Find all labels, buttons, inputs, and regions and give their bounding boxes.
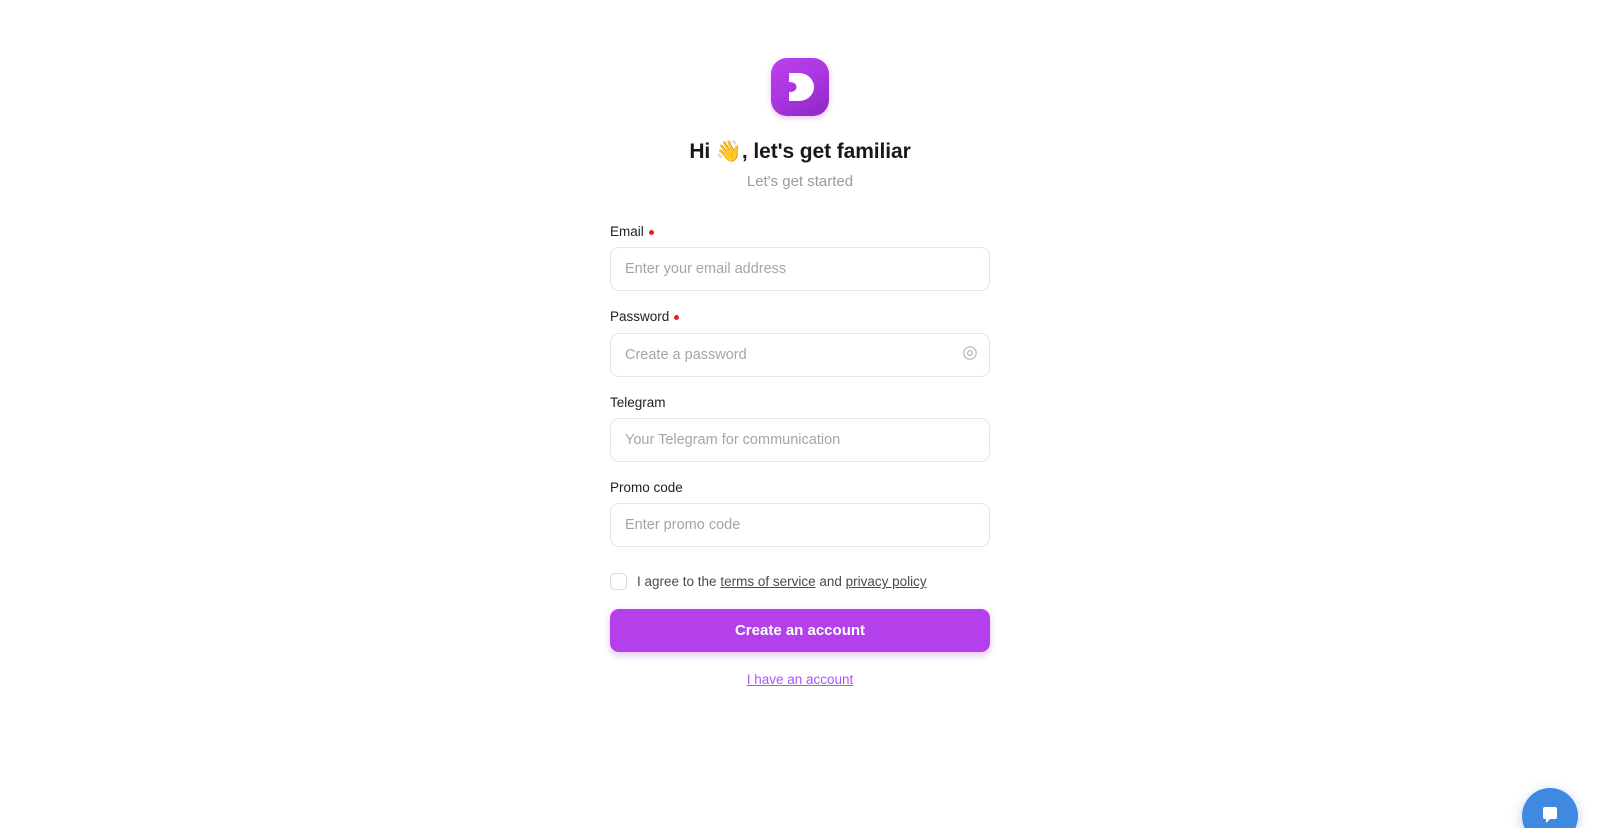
page-title: Hi 👋, let's get familiar	[689, 140, 911, 163]
chat-widget-button[interactable]	[1522, 788, 1578, 828]
create-account-button[interactable]: Create an account	[610, 608, 990, 652]
label-password: Password	[610, 309, 990, 325]
label-telegram-text: Telegram	[610, 394, 666, 410]
terms-row: I agree to the terms of service and priv…	[610, 573, 990, 591]
required-dot-icon	[648, 229, 654, 235]
logo-row	[610, 58, 990, 116]
eye-icon	[962, 345, 978, 364]
toggle-password-visibility-button[interactable]	[955, 334, 989, 376]
password-input-shell[interactable]	[610, 332, 990, 377]
password-input[interactable]	[611, 333, 955, 376]
telegram-input-shell[interactable]	[610, 417, 990, 462]
label-promo-code: Promo code	[610, 480, 990, 496]
label-password-text: Password	[610, 309, 670, 325]
signup-form: Email Password	[610, 224, 990, 688]
i-have-an-account-link[interactable]: I have an account	[747, 672, 854, 687]
email-input-shell[interactable]	[610, 247, 990, 292]
field-promo-code: Promo code	[610, 480, 990, 548]
alt-link-row: I have an account	[610, 671, 990, 689]
required-dot-icon	[674, 315, 680, 321]
terms-middle: and	[815, 574, 846, 590]
telegram-input[interactable]	[611, 418, 989, 461]
chat-bubble-icon	[1538, 802, 1562, 828]
label-telegram: Telegram	[610, 395, 990, 411]
terms-checkbox[interactable]	[610, 573, 627, 591]
promo-code-input-shell[interactable]	[610, 503, 990, 548]
promo-code-input[interactable]	[611, 504, 989, 547]
label-email: Email	[610, 224, 990, 240]
field-password: Password	[610, 309, 990, 377]
label-promo-code-text: Promo code	[610, 479, 683, 495]
app-logo-icon	[771, 58, 829, 116]
email-input[interactable]	[611, 248, 989, 291]
field-email: Email	[610, 224, 990, 292]
label-email-text: Email	[610, 224, 644, 240]
page-subtitle: Let's get started	[746, 173, 854, 191]
terms-prefix: I agree to the	[637, 574, 721, 590]
signup-card: Hi 👋, let's get familiar Let's get start…	[610, 0, 990, 689]
field-telegram: Telegram	[610, 395, 990, 462]
terms-of-service-link[interactable]: terms of service	[720, 574, 815, 589]
signup-page: Hi 👋, let's get familiar Let's get start…	[0, 0, 1600, 828]
privacy-policy-link[interactable]: privacy policy	[846, 574, 927, 589]
terms-text: I agree to the terms of service and priv…	[637, 573, 927, 591]
